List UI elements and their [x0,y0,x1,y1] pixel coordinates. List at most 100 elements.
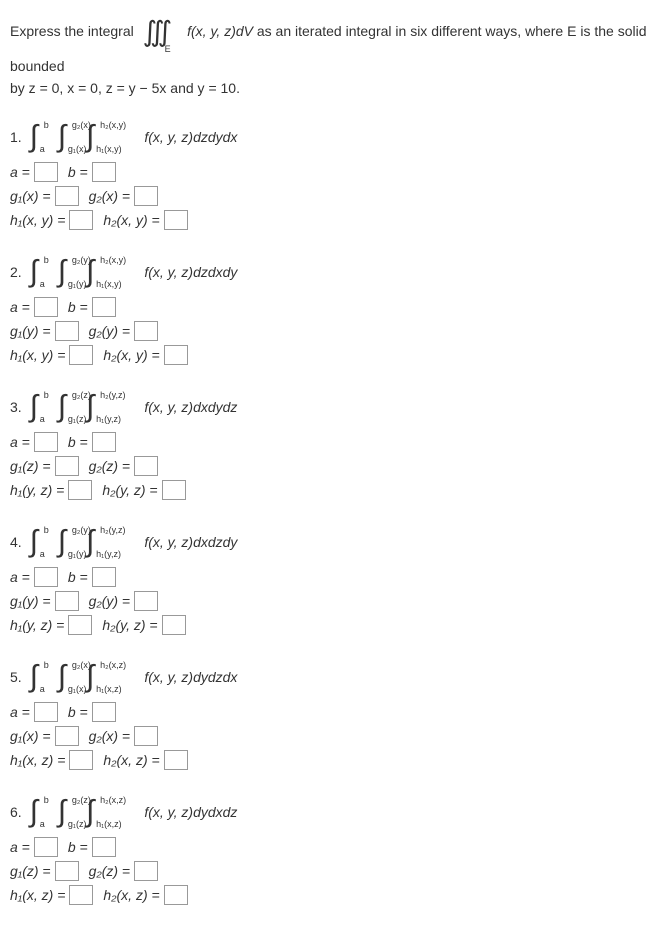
answer-input[interactable] [92,162,116,182]
lower-bound: h₁(y,z) [96,414,121,424]
answer-input[interactable] [69,885,93,905]
answer-label: g₂(x) = [89,728,131,744]
upper-bound: h₂(x,y) [100,120,126,130]
integral-sign-icon: ∫ [58,120,66,153]
integral-sign-icon: ∫ [30,120,38,153]
answer-input[interactable] [34,432,58,452]
answer-label: g₁(z) = [10,863,51,879]
integral-3: ∫h₂(x,y)h₁(x,y) [86,120,94,154]
problem-number: 3. [10,399,22,415]
answer-label: h₂(x, y) = [103,212,159,228]
upper-bound: h₂(x,z) [100,660,126,670]
lower-bound: a [40,144,45,154]
upper-bound: b [44,390,49,400]
answer-label: g₂(z) = [89,458,131,474]
integral-1: ∫ba [30,255,38,289]
answer-line: g₁(x) =g₂(x) = [10,726,647,746]
integral-2: ∫g₂(x)g₁(x) [58,120,66,154]
answer-input[interactable] [34,162,58,182]
answer-input[interactable] [68,480,92,500]
integral-3: ∫h₂(x,y)h₁(x,y) [86,255,94,289]
answer-input[interactable] [134,591,158,611]
answer-input[interactable] [34,297,58,317]
lower-bound: g₁(x) [68,144,87,154]
answer-input[interactable] [34,567,58,587]
answer-input[interactable] [92,432,116,452]
answer-label: b = [68,164,88,180]
answer-input[interactable] [55,591,79,611]
answer-input[interactable] [92,567,116,587]
answer-input[interactable] [134,321,158,341]
answer-input[interactable] [162,615,186,635]
problem-number: 1. [10,129,22,145]
upper-bound: b [44,120,49,130]
answer-label: a = [10,164,30,180]
answer-input[interactable] [55,726,79,746]
answer-input[interactable] [92,837,116,857]
integral-sign-icon: ∫ [58,255,66,288]
answer-input[interactable] [164,885,188,905]
answer-input[interactable] [55,456,79,476]
integral-1: ∫ba [30,390,38,424]
answer-input[interactable] [164,750,188,770]
upper-bound: b [44,795,49,805]
answer-label: b = [68,434,88,450]
upper-bound: h₂(y,z) [100,525,125,535]
answer-input[interactable] [134,186,158,206]
problem-4: 4.∫ba∫g₂(y)g₁(y)∫h₂(y,z)h₁(y,z)f(x, y, z… [10,525,647,635]
integral-sign-icon: ∫ [30,255,38,288]
lower-bound: g₁(z) [68,414,87,424]
answer-input[interactable] [69,750,93,770]
answer-line: g₁(z) =g₂(z) = [10,456,647,476]
answer-line: a =b = [10,702,647,722]
upper-bound: h₂(y,z) [100,390,125,400]
integrand: f(x, y, z)dydxdz [144,804,237,820]
answer-input[interactable] [55,861,79,881]
answer-input[interactable] [162,480,186,500]
integral-sign-icon: ∫ [30,795,38,828]
answer-label: g₂(x) = [89,188,131,204]
upper-bound: b [44,255,49,265]
answer-label: b = [68,839,88,855]
answer-input[interactable] [69,210,93,230]
integral-3: ∫h₂(y,z)h₁(y,z) [86,525,94,559]
answer-line: a =b = [10,567,647,587]
problem-1: 1.∫ba∫g₂(x)g₁(x)∫h₂(x,y)h₁(x,y)f(x, y, z… [10,120,647,230]
answer-input[interactable] [55,321,79,341]
answer-input[interactable] [69,345,93,365]
answer-input[interactable] [134,861,158,881]
answer-input[interactable] [164,210,188,230]
answer-label: h₁(x, z) = [10,752,65,768]
problem-number: 4. [10,534,22,550]
lower-bound: a [40,684,45,694]
answer-input[interactable] [68,615,92,635]
answer-label: a = [10,704,30,720]
answer-input[interactable] [92,702,116,722]
answer-input[interactable] [134,726,158,746]
answer-input[interactable] [34,837,58,857]
answer-input[interactable] [164,345,188,365]
integral-sub-E: E [165,42,171,56]
lower-bound: h₁(y,z) [96,549,121,559]
upper-bound: h₂(x,y) [100,255,126,265]
answer-input[interactable] [92,297,116,317]
answer-input[interactable] [134,456,158,476]
integral-line: 3.∫ba∫g₂(z)g₁(z)∫h₂(y,z)h₁(y,z)f(x, y, z… [10,390,647,424]
answer-label: h₂(x, z) = [103,752,159,768]
integral-2: ∫g₂(x)g₁(x) [58,660,66,694]
integral-sign-icon: ∫ [58,525,66,558]
answer-input[interactable] [55,186,79,206]
integrand: f(x, y, z)dzdxdy [144,264,237,280]
integral-2: ∫g₂(z)g₁(z) [58,795,66,829]
integral-line: 6.∫ba∫g₂(z)g₁(z)∫h₂(x,z)h₁(x,z)f(x, y, z… [10,795,647,829]
integral-1: ∫ba [30,795,38,829]
answer-label: g₂(z) = [89,863,131,879]
answer-label: b = [68,299,88,315]
answer-input[interactable] [34,702,58,722]
intro-text: Express the integral ∭ E f(x, y, z)dV as… [10,10,647,100]
lower-bound: h₁(x,z) [96,684,122,694]
lower-bound: g₁(z) [68,819,87,829]
integral-sign-icon: ∫ [86,795,94,828]
lower-bound: a [40,549,45,559]
integral-3: ∫h₂(x,z)h₁(x,z) [86,795,94,829]
